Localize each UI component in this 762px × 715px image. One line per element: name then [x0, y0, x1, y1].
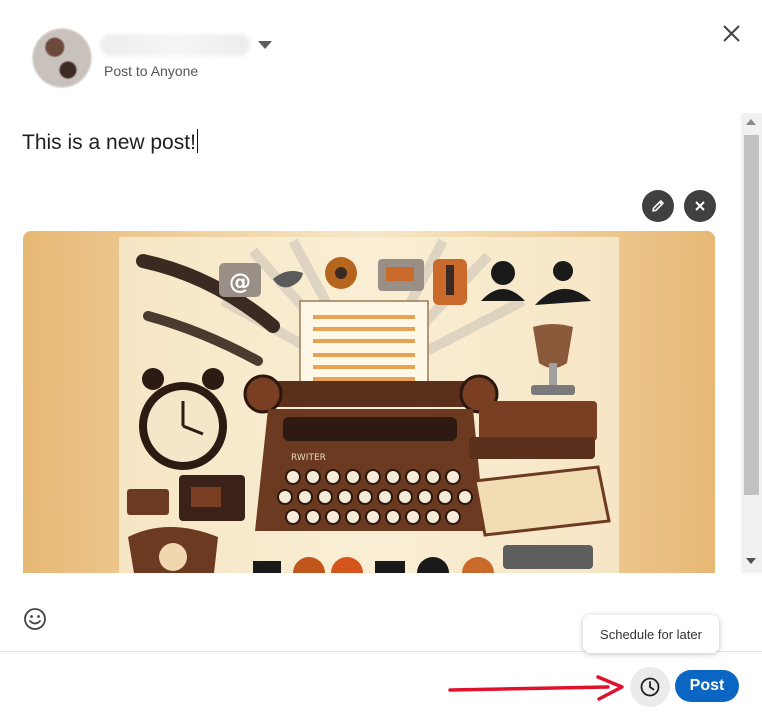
typewriter-illustration: @ RWITER — [119, 237, 619, 573]
remove-image-button[interactable] — [684, 190, 716, 222]
pencil-icon — [652, 200, 664, 212]
svg-text:@: @ — [229, 270, 251, 295]
scroll-up-arrow[interactable] — [746, 119, 756, 125]
text-cursor — [196, 129, 198, 153]
close-icon[interactable] — [716, 18, 746, 48]
audience-label[interactable]: Post to Anyone — [104, 63, 198, 79]
clock-icon — [640, 677, 660, 697]
schedule-button[interactable] — [630, 667, 670, 707]
scroll-down-arrow[interactable] — [746, 558, 756, 564]
composer-content[interactable]: This is a new post! @ RWITER — [0, 113, 740, 573]
author-name-blurred[interactable] — [100, 34, 250, 56]
author-avatar[interactable] — [32, 28, 92, 88]
scrollbar-thumb[interactable] — [744, 135, 759, 495]
attached-image: @ RWITER — [23, 231, 715, 573]
post-text-editor[interactable]: This is a new post! — [22, 129, 198, 155]
annotation-arrow — [448, 675, 624, 701]
svg-text:RWITER: RWITER — [291, 453, 326, 463]
audience-dropdown-chevron-icon[interactable] — [258, 41, 272, 49]
post-text[interactable]: This is a new post! — [22, 131, 196, 154]
post-button[interactable]: Post — [675, 670, 739, 702]
close-icon — [695, 201, 705, 211]
scrollbar[interactable] — [741, 113, 762, 573]
smiley-icon[interactable] — [22, 606, 48, 632]
edit-image-button[interactable] — [642, 190, 674, 222]
schedule-tooltip: Schedule for later — [583, 615, 719, 653]
